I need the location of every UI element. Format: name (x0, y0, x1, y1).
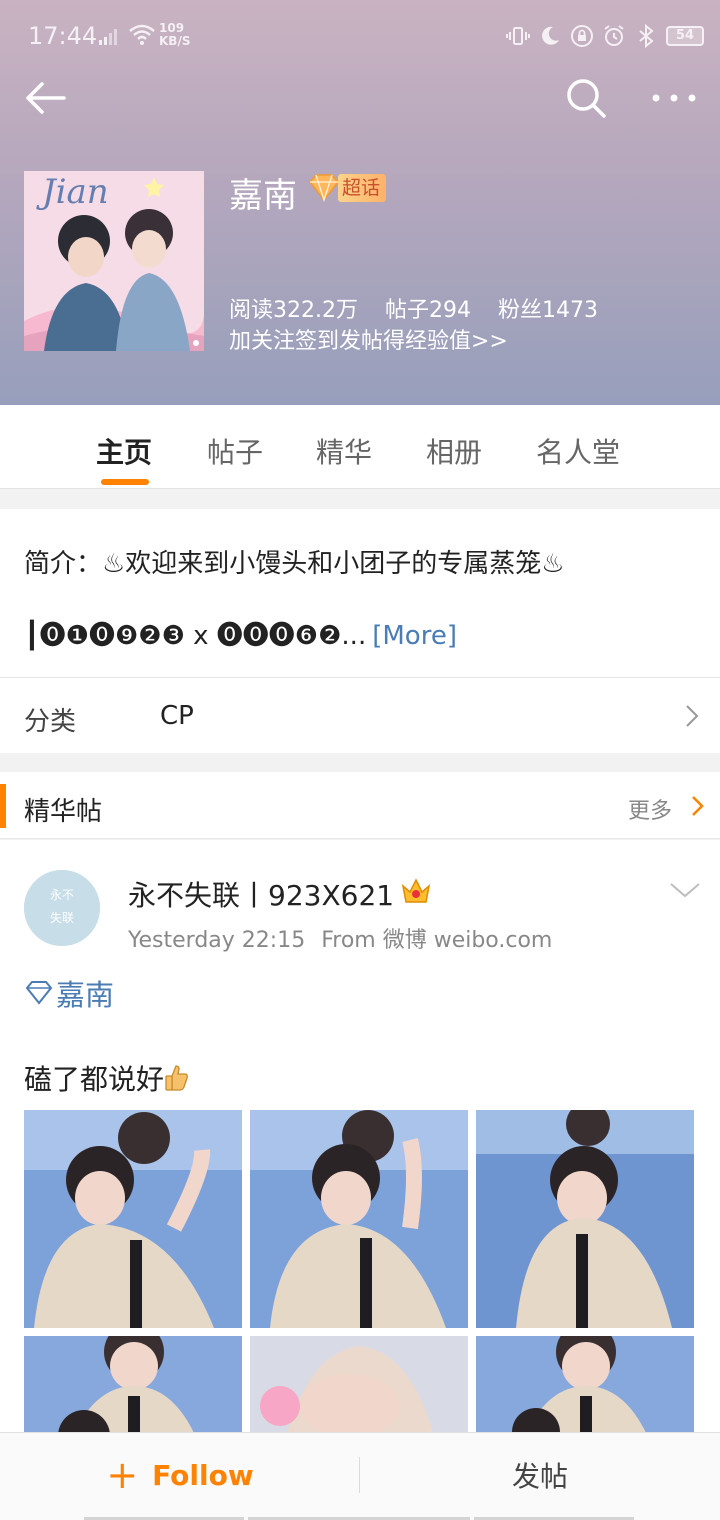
avatar-image: 永不 失联 (24, 870, 100, 946)
section-marker (0, 784, 6, 828)
more-icon[interactable] (648, 74, 700, 122)
tab-posts[interactable]: 帖子 (207, 431, 263, 471)
intro-text-line1: 简介：♨欢迎来到小馒头和小团子的专属蒸笼♨ (24, 549, 565, 579)
featured-title: 精华帖 (24, 797, 103, 827)
vibrate-icon (506, 27, 530, 45)
super-topic-badge: 超话 (306, 172, 387, 204)
tab-album[interactable]: 相册 (426, 431, 482, 471)
topic-tabs: 主页 帖子 精华 相册 名人堂 (0, 405, 720, 489)
lock-rotation-icon (571, 25, 593, 47)
post-text: 磕了都说好 (24, 1058, 190, 1098)
post-author-name[interactable]: 永不失联丨923X621 (128, 874, 394, 914)
topic-stats: 阅读322.2万 帖子294 粉丝1473 (229, 292, 598, 324)
new-post-button[interactable]: 发帖 (360, 1433, 720, 1517)
category-label: 分类 (24, 707, 77, 737)
crown-icon (401, 878, 431, 903)
back-arrow-icon[interactable] (22, 74, 70, 122)
photo-image (250, 1110, 468, 1328)
tab-home[interactable]: 主页 (96, 431, 152, 471)
stat-posts: 帖子294 (384, 298, 471, 323)
photo-image (476, 1110, 694, 1328)
checkin-hint-link[interactable]: 加关注签到发帖得经验值>> (229, 323, 508, 355)
featured-more-link[interactable]: 更多 (628, 793, 672, 825)
status-icons: 54 (506, 22, 704, 50)
post-topic-tag-label: 嘉南 (56, 978, 115, 1012)
post-time: Yesterday 22:15 (128, 928, 306, 953)
chevron-right-icon[interactable] (690, 794, 706, 818)
bottom-action-bar: + Follow 发帖 (0, 1432, 720, 1520)
post-text-content: 磕了都说好 (24, 1063, 165, 1096)
category-value[interactable]: CP (160, 701, 194, 731)
avatar[interactable]: 永不 失联 (24, 870, 100, 946)
post-source: From 微博 weibo.com (321, 928, 553, 953)
gem-icon (25, 981, 53, 1005)
topic-title: 嘉南 (229, 176, 297, 216)
plus-icon: + (106, 1453, 139, 1497)
avatar-text-top: 永不 (50, 888, 74, 902)
active-tab-indicator (101, 479, 149, 485)
chevron-down-icon[interactable] (668, 880, 702, 900)
super-topic-label: 超话 (338, 174, 387, 202)
follow-label: Follow (152, 1458, 254, 1492)
svg-text:Jian: Jian (36, 172, 109, 212)
tab-featured[interactable]: 精华 (316, 431, 372, 471)
featured-posts-header: 精华帖 更多 (0, 772, 720, 839)
intro-card: 简介：♨欢迎来到小馒头和小团子的专属蒸笼♨ ┃⓿❶⓿❾❷❸ x ⓿⓿⓿❻❷...… (0, 509, 720, 753)
intro-text-line2-content: ┃⓿❶⓿❾❷❸ x ⓿⓿⓿❻❷... (24, 621, 367, 651)
signal-icon (99, 29, 117, 45)
divider (0, 677, 720, 678)
avatar-text-bottom: 失联 (50, 910, 74, 925)
post-photo[interactable] (24, 1110, 242, 1328)
search-icon[interactable] (562, 74, 610, 122)
intro-more-link[interactable]: [More] (372, 621, 457, 651)
stat-fans: 粉丝1473 (497, 298, 598, 323)
post-topic-tag[interactable]: 嘉南 (24, 972, 114, 1014)
status-time: 17:44 (28, 22, 98, 50)
battery-indicator: 54 (666, 26, 704, 46)
moon-icon (542, 26, 559, 45)
net-speed-unit: KB/S (159, 34, 191, 48)
post-photo[interactable] (476, 1110, 694, 1328)
cover-illustration: Jian (24, 171, 204, 351)
follow-button[interactable]: + Follow (0, 1433, 360, 1517)
intro-text-line2: ┃⓿❶⓿❾❷❸ x ⓿⓿⓿❻❷... [More] (24, 615, 457, 652)
net-speed: 109 KB/S (159, 22, 190, 48)
post-card: 永不 失联 永不失联丨923X621 Yesterday 22:15 From 微… (0, 840, 720, 1520)
thumbs-up-icon (165, 1065, 189, 1091)
topic-cover-image[interactable]: Jian (24, 171, 204, 351)
tab-hall-of-fame[interactable]: 名人堂 (536, 431, 620, 471)
photo-image (24, 1110, 242, 1328)
topic-header: 17:44 109 KB/S 54 Jian 嘉南 超话 阅读322.2万 帖子… (0, 0, 720, 405)
bluetooth-icon (639, 24, 654, 48)
post-meta: Yesterday 22:15 From 微博 weibo.com (128, 922, 552, 954)
chevron-right-icon[interactable] (682, 702, 702, 730)
new-post-label: 发帖 (511, 1460, 568, 1493)
stat-reads: 阅读322.2万 (229, 298, 358, 323)
status-bar: 17:44 109 KB/S 54 (0, 0, 720, 72)
gem-icon (309, 174, 339, 203)
alarm-icon (604, 25, 624, 46)
wifi-icon (129, 24, 155, 45)
post-photo[interactable] (250, 1110, 468, 1328)
